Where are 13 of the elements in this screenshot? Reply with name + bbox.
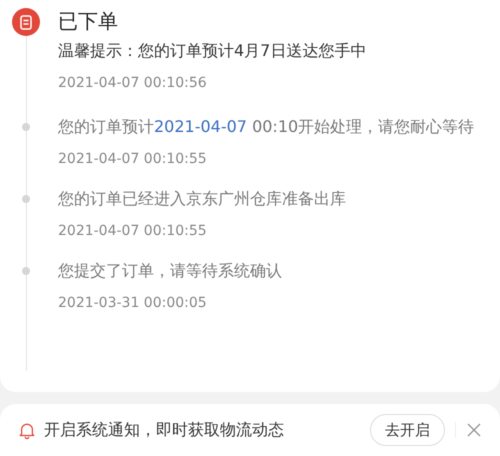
status-title: 已下单 xyxy=(58,8,119,35)
status-message: 温馨提示：您的订单预计4月7日送达您手中 xyxy=(58,40,368,62)
status-message: 您的订单已经进入京东广州仓库准备出库 xyxy=(58,188,347,210)
timestamp: 2021-03-31 00:00:05 xyxy=(58,294,208,313)
timestamp: 2021-04-07 00:10:55 xyxy=(58,222,208,241)
close-icon[interactable] xyxy=(466,422,482,438)
status-message: 您的订单预计2021-04-07 00:10开始处理，请您耐心等待 xyxy=(58,116,476,138)
timestamp: 2021-04-07 00:10:55 xyxy=(58,150,208,169)
bell-icon xyxy=(18,420,36,440)
notice-text: 开启系统通知，即时获取物流动态 xyxy=(44,420,285,440)
timestamp: 2021-04-07 00:10:56 xyxy=(58,74,208,93)
enable-button[interactable]: 去开启 xyxy=(370,414,445,446)
status-message: 您提交了订单，请等待系统确认 xyxy=(58,260,283,282)
